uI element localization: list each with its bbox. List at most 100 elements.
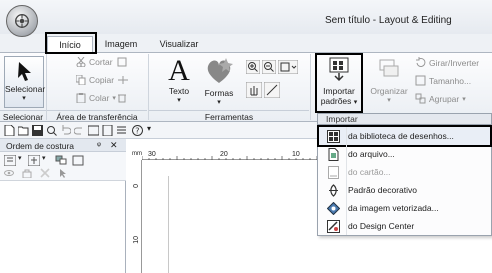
eye-icon[interactable] (4, 168, 14, 178)
sort-order-icon[interactable] (4, 155, 16, 166)
file-icon (326, 147, 340, 161)
dropdown-caret-icon: ▾ (217, 99, 221, 106)
pin-icon[interactable]: ᵠ (97, 140, 101, 150)
properties-icon[interactable] (116, 125, 127, 136)
card-icon (326, 165, 340, 179)
menu-item-label: do Design Center (348, 221, 415, 231)
menu-gutter (346, 145, 347, 163)
copy-icon (76, 75, 86, 85)
dropdown-caret-icon[interactable]: ▾ (42, 154, 46, 162)
agrupar-label: Agrupar (429, 93, 460, 104)
help-icon[interactable]: ? (132, 125, 143, 136)
colar-button[interactable]: Colar ▾ (76, 93, 116, 103)
new-file-icon[interactable] (4, 125, 15, 136)
formas-button[interactable]: Formas ▾ (201, 56, 237, 108)
menu-gutter (346, 163, 347, 181)
menu-gutter (346, 199, 347, 217)
selecionar-label: Selecionar (5, 84, 46, 94)
design-page-icon[interactable] (102, 125, 113, 136)
undo-icon[interactable] (60, 125, 71, 136)
sewing-order-panel-title: Ordem de costura (0, 139, 126, 152)
dropdown-caret-icon: ▾ (22, 95, 26, 102)
menu-item-label: da imagem vetorizada... (348, 203, 439, 213)
vector-image-icon (326, 201, 340, 215)
dropdown-caret-icon: ▾ (387, 97, 391, 104)
dropdown-caret-icon: ▾ (462, 95, 466, 103)
print-preview-icon[interactable] (46, 125, 57, 136)
merge-icon[interactable] (28, 155, 40, 166)
view-toggle-icon[interactable] (88, 125, 99, 136)
group-divider (310, 54, 311, 120)
ruler-label-0: 0 (133, 184, 140, 188)
tamanho-label: Tamanho... (429, 75, 472, 86)
delete-x-icon[interactable] (40, 168, 50, 178)
open-folder-icon[interactable] (18, 125, 29, 136)
tab-visualizar[interactable]: Visualizar (152, 36, 206, 52)
organizar-button[interactable]: Organizar ▾ (367, 56, 411, 106)
texto-button[interactable]: A Texto ▾ (164, 56, 194, 106)
heart-shape-icon (207, 58, 233, 83)
texto-label: Texto (168, 86, 190, 96)
group-selecionar-label: Selecionar (0, 110, 46, 122)
cortar-label: Cortar (89, 57, 113, 67)
tamanho-button[interactable]: Tamanho... (415, 75, 471, 86)
organizar-label: Organizar (370, 86, 408, 96)
copiar-label: Copiar (89, 75, 115, 85)
arrow-cursor-icon (18, 62, 31, 81)
zoom-out-icon[interactable] (262, 60, 276, 74)
selecionar-button[interactable]: Selecionar ▾ (4, 56, 46, 108)
zoom-fit-icon[interactable] (278, 60, 298, 74)
letter-a-icon: A (168, 54, 190, 87)
cortar-button[interactable]: Cortar (76, 57, 113, 67)
paste-icon (76, 93, 86, 103)
group-clipboard-label: Área de transferência (47, 110, 147, 122)
menu-item-do-design-center[interactable]: do Design Center (318, 217, 491, 235)
zoom-tools (246, 60, 298, 74)
menu-item-do-cartao[interactable]: do cartão... (318, 163, 491, 181)
qat-customize-icon[interactable]: ▾ (147, 124, 151, 133)
agrupar-button[interactable]: Agrupar ▾ (415, 93, 466, 104)
measure-icon[interactable] (264, 82, 280, 98)
menu-item-da-imagem-vetorizada[interactable]: da imagem vetorizada... (318, 199, 491, 217)
tab-inicio-highlight (45, 32, 97, 54)
move-front-icon[interactable] (55, 155, 67, 166)
save-icon[interactable] (32, 125, 43, 136)
duplicate-icon[interactable] (117, 75, 129, 85)
copy-format-icon[interactable] (117, 57, 127, 67)
application-menu-button[interactable] (6, 5, 38, 37)
girar-label: Girar/Inverter (429, 57, 480, 68)
lock-icon[interactable] (22, 168, 32, 178)
cursor-small-icon[interactable] (58, 168, 68, 178)
copiar-button[interactable]: Copiar (76, 75, 114, 85)
colar-label: Colar (89, 93, 110, 103)
group-icon (415, 93, 426, 104)
menu-item-label: do arquivo... (348, 149, 395, 159)
zoom-in-icon[interactable] (246, 60, 260, 74)
spool-icon (15, 14, 29, 28)
dropdown-caret-icon: ▾ (112, 95, 116, 102)
window-title: Sem título - Layout & Editing (325, 15, 452, 26)
delete-icon[interactable] (117, 93, 127, 103)
dropdown-caret-icon[interactable]: ▾ (18, 154, 22, 162)
menu-item-do-arquivo[interactable]: do arquivo... (318, 145, 491, 163)
rotate-icon (416, 57, 426, 67)
group-ferramentas-label: Ferramentas (149, 110, 309, 122)
resize-icon (415, 75, 426, 86)
ruler-label-10-vertical: 10 (133, 236, 140, 244)
girar-inverter-button[interactable]: Girar/Inverter (415, 57, 479, 68)
frame-icon[interactable] (72, 155, 84, 166)
ruler-ticks (142, 156, 317, 160)
redo-icon[interactable] (74, 125, 85, 136)
pan-hand-icon[interactable] (246, 82, 262, 98)
tab-imagem[interactable]: Imagem (98, 36, 144, 52)
menu-item-padrao-decorativo[interactable]: Padrão decorativo (318, 181, 491, 199)
design-center-icon (326, 219, 340, 233)
hand-tools (246, 82, 280, 98)
import-menu-header: Importar (317, 113, 492, 124)
close-icon[interactable]: ✕ (110, 140, 118, 151)
sewing-order-title-text: Ordem de costura (6, 141, 75, 151)
decorative-pattern-icon (326, 183, 340, 197)
arrange-icon (379, 59, 399, 77)
menu-item-label: do cartão... (348, 167, 391, 177)
vertical-ruler (132, 160, 142, 273)
